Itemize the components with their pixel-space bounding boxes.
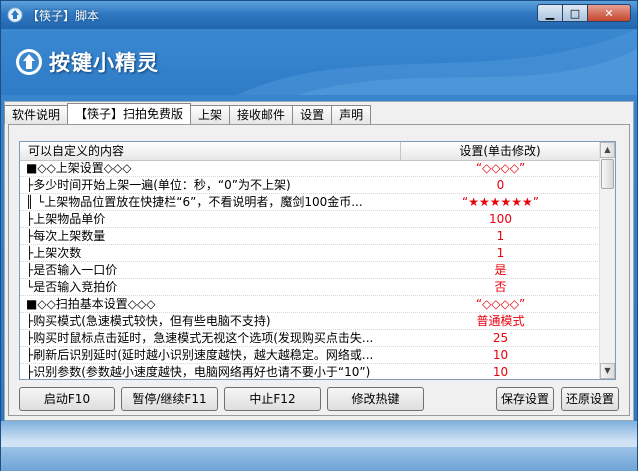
window-controls: ▁ □ ✕ xyxy=(537,4,631,22)
brand: 按键小精灵 xyxy=(15,47,159,77)
row-name: ■◇◇扫拍基本设置◇◇◇ xyxy=(26,297,156,311)
close-button[interactable]: ✕ xyxy=(587,4,631,22)
stop-button[interactable]: 中止F12 xyxy=(224,387,321,411)
save-settings-button[interactable]: 保存设置 xyxy=(496,387,554,411)
row-value[interactable]: 否 xyxy=(401,279,600,296)
row-value[interactable]: “★★★★★★” xyxy=(401,194,600,211)
tab-statement[interactable]: 声明 xyxy=(331,105,372,124)
tab-listing[interactable]: 上架 xyxy=(190,105,231,124)
row-name: ║ └上架物品位置放在快捷栏“6”，不看说明者，魔剑100金币... xyxy=(26,195,363,209)
row-name: ├上架物品单价 xyxy=(26,212,106,226)
window-title: 【筷子】脚本 xyxy=(27,9,100,23)
row-value[interactable]: 1 xyxy=(401,245,600,262)
row-value[interactable]: “◇◇◇◇” xyxy=(401,160,600,177)
row-value[interactable]: 普通模式 xyxy=(401,313,600,330)
brand-name: 按键小精灵 xyxy=(49,51,159,75)
row-name: ├购买时鼠标点击延时，急速模式无视这个选项(发现购买点击失... xyxy=(26,331,374,345)
table-row[interactable]: ├上架次数 1 xyxy=(20,245,600,262)
scroll-up-icon[interactable]: ▲ xyxy=(600,142,615,158)
bottom-decoration-band xyxy=(1,447,637,471)
table-row[interactable]: ├购买模式(急速模式较快，但有些电脑不支持) 普通模式 xyxy=(20,313,600,330)
tab-receive-mail[interactable]: 接收邮件 xyxy=(229,105,294,124)
row-name: ├识别参数(参数越小速度越快，电脑网络再好也请不要小于“10”) xyxy=(26,365,371,379)
table-row[interactable]: ■◇◇上架设置◇◇◇ “◇◇◇◇” xyxy=(20,160,600,177)
row-value[interactable]: 25 xyxy=(401,330,600,347)
scrollbar-thumb[interactable] xyxy=(601,159,614,189)
row-name: ├多少时间开始上架一遍(单位：秒，“0”为不上架) xyxy=(26,178,291,192)
table-row[interactable]: ├每次上架数量 1 xyxy=(20,228,600,245)
scroll-down-icon[interactable]: ▼ xyxy=(600,363,615,379)
edit-hotkeys-button[interactable]: 修改热键 xyxy=(327,387,424,411)
table-row[interactable]: └是否输入竞拍价 否 xyxy=(20,279,600,296)
tab-strip: 软件说明 【筷子】扫拍免费版 上架 接收邮件 设置 声明 xyxy=(4,103,372,125)
maximize-button[interactable]: □ xyxy=(562,4,588,22)
pause-resume-button[interactable]: 暂停/继续F11 xyxy=(121,387,218,411)
banner-wave-decoration xyxy=(237,29,637,95)
row-name: ├上架次数 xyxy=(26,246,82,260)
vertical-scrollbar[interactable]: ▲ ▼ xyxy=(599,142,615,379)
tab-settings[interactable]: 设置 xyxy=(292,105,333,124)
app-window: 【筷子】脚本 ▁ □ ✕ 按键小精灵 软件说明 【筷子】扫拍免费版 上架 接收邮… xyxy=(0,0,638,471)
title-bar[interactable]: 【筷子】脚本 ▁ □ ✕ xyxy=(1,1,637,29)
row-value[interactable]: 0 xyxy=(401,177,600,194)
tab-software-info[interactable]: 软件说明 xyxy=(4,105,69,124)
row-value[interactable]: 是 xyxy=(401,262,600,279)
grid-header: 可以自定义的内容 设置(单击修改) xyxy=(20,142,600,161)
table-row[interactable]: ├上架物品单价 100 xyxy=(20,211,600,228)
table-row[interactable]: ├是否输入一口价 是 xyxy=(20,262,600,279)
tab-free-sniper[interactable]: 【筷子】扫拍免费版 xyxy=(67,103,192,124)
column-header-name[interactable]: 可以自定义的内容 xyxy=(20,142,401,160)
minimize-button[interactable]: ▁ xyxy=(537,4,563,22)
table-row[interactable]: ■◇◇扫拍基本设置◇◇◇ “◇◇◇◇” xyxy=(20,296,600,313)
start-button[interactable]: 启动F10 xyxy=(19,387,115,411)
row-name: ├是否输入一口价 xyxy=(26,263,118,277)
row-value[interactable]: 100 xyxy=(401,211,600,228)
brand-logo-icon xyxy=(16,49,42,75)
row-value[interactable]: 10 xyxy=(401,347,600,364)
table-row[interactable]: ├刷新后识别延时(延时越小识别速度越快，越大越稳定。网络或... 10 xyxy=(20,347,600,364)
row-name: └是否输入竞拍价 xyxy=(26,280,118,294)
restore-settings-button[interactable]: 还原设置 xyxy=(561,387,619,411)
row-value[interactable]: 1 xyxy=(401,228,600,245)
table-row[interactable]: ├购买时鼠标点击延时，急速模式无视这个选项(发现购买点击失... 25 xyxy=(20,330,600,347)
table-row[interactable]: ├多少时间开始上架一遍(单位：秒，“0”为不上架) 0 xyxy=(20,177,600,194)
grid-rows: ■◇◇上架设置◇◇◇ “◇◇◇◇” ├多少时间开始上架一遍(单位：秒，“0”为不上… xyxy=(20,160,600,379)
settings-grid: 可以自定义的内容 设置(单击修改) ■◇◇上架设置◇◇◇ “◇◇◇◇” ├多少时间… xyxy=(19,141,616,380)
row-name: ├购买模式(急速模式较快，但有些电脑不支持) xyxy=(26,314,271,328)
column-header-value[interactable]: 设置(单击修改) xyxy=(401,142,600,160)
row-name: ■◇◇上架设置◇◇◇ xyxy=(26,161,132,175)
row-name: ├刷新后识别延时(延时越小识别速度越快，越大越稳定。网络或... xyxy=(26,348,374,362)
row-name: ├每次上架数量 xyxy=(26,229,106,243)
row-value[interactable]: 10 xyxy=(401,364,600,379)
row-value[interactable]: “◇◇◇◇” xyxy=(401,296,600,313)
app-icon xyxy=(7,7,23,23)
table-row[interactable]: ║ └上架物品位置放在快捷栏“6”，不看说明者，魔剑100金币... “★★★★★… xyxy=(20,194,600,211)
table-row[interactable]: ├识别参数(参数越小速度越快，电脑网络再好也请不要小于“10”) 10 xyxy=(20,364,600,379)
